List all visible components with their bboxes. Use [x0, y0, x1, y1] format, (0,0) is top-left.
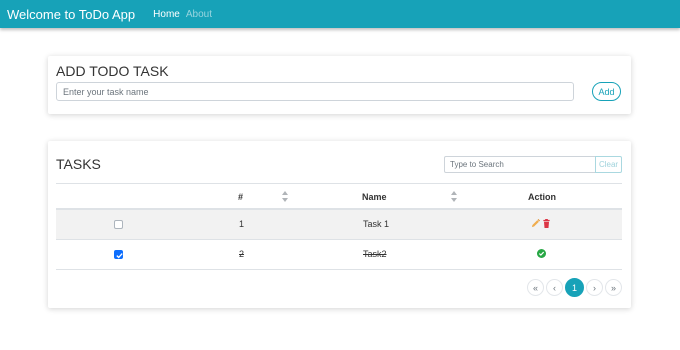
task-id: 2 [239, 249, 245, 259]
column-header-name[interactable]: Name [362, 192, 387, 202]
nav-link-about[interactable]: About [186, 9, 212, 20]
edit-icon[interactable] [531, 219, 540, 228]
navbar: Welcome to ToDo App Home About [0, 0, 680, 28]
task-id: 1 [239, 219, 245, 229]
table-header: # Name Action [56, 183, 622, 210]
task-name: Task 1 [363, 219, 390, 229]
column-header-action: Action [528, 192, 556, 202]
add-task-title: ADD TODO TASK [56, 63, 169, 79]
task-complete-checkbox[interactable] [114, 250, 123, 259]
sort-icon[interactable] [282, 191, 288, 202]
table-row: 2 Task2 [56, 240, 622, 270]
page-button-current[interactable]: 1 [565, 278, 584, 297]
prev-page-button[interactable]: ‹ [546, 279, 563, 296]
add-task-button[interactable]: Add [592, 82, 621, 101]
last-page-button[interactable]: » [605, 279, 622, 296]
table-row: 1 Task 1 [56, 210, 622, 240]
nav-link-home[interactable]: Home [153, 9, 180, 20]
task-name-input[interactable] [56, 82, 574, 101]
task-complete-checkbox[interactable] [114, 220, 123, 229]
sort-icon[interactable] [451, 191, 457, 202]
checkmark-icon [116, 253, 123, 259]
delete-icon[interactable] [542, 219, 551, 228]
column-header-number[interactable]: # [238, 192, 243, 202]
pagination: « ‹ 1 › » [525, 278, 622, 297]
first-page-button[interactable]: « [527, 279, 544, 296]
search-input[interactable] [444, 156, 596, 173]
app-brand[interactable]: Welcome to ToDo App [7, 7, 135, 22]
tasks-card: TASKS Clear # Name Action 1 Task 1 [48, 141, 631, 308]
tasks-title: TASKS [56, 156, 101, 172]
clear-search-button[interactable]: Clear [595, 156, 622, 173]
next-page-button[interactable]: › [586, 279, 603, 296]
tasks-table: # Name Action 1 Task 1 2 Task2 [56, 183, 622, 270]
check-circle-icon[interactable] [537, 249, 546, 258]
task-name: Task2 [363, 249, 387, 259]
add-task-card: ADD TODO TASK Add [48, 56, 631, 114]
